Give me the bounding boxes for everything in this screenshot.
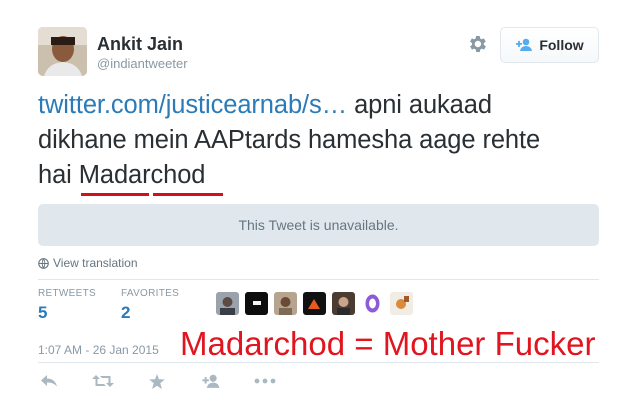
follow-icon[interactable] [200,372,222,390]
retweets-label: RETWEETS [38,288,96,299]
tweet-text-line3-prefix: hai [38,161,79,189]
favorites-stat[interactable]: FAVORITES 2 [121,288,179,323]
favorite-icon[interactable] [146,372,168,390]
author-name[interactable]: Ankit Jain [97,34,183,55]
follow-user-icon [516,38,533,51]
favoriter-avatar[interactable] [274,292,297,315]
author-avatar[interactable] [38,27,87,76]
view-translation-link[interactable]: View translation [38,256,138,270]
follow-button[interactable]: Follow [500,27,599,63]
retweets-stat[interactable]: RETWEETS 5 [38,288,96,323]
more-icon[interactable] [254,372,276,390]
reply-icon[interactable] [38,372,60,390]
favorites-count: 2 [121,303,131,322]
divider-bottom [38,362,599,363]
tweet-link[interactable]: twitter.com/justicearnab/s… [38,91,347,119]
unavailable-text: This Tweet is unavailable. [238,217,399,233]
tweet-actions [38,372,276,390]
divider-top [38,279,599,280]
favoriter-avatars [216,292,413,315]
favoriter-avatar[interactable] [216,292,239,315]
retweets-count: 5 [38,303,48,322]
tweet-text: twitter.com/justicearnab/s… apni aukaad … [38,88,618,193]
favoriter-avatar[interactable] [361,292,384,315]
favoriter-avatar[interactable] [332,292,355,315]
avatar-image [38,27,87,76]
follow-button-label: Follow [539,37,584,53]
highlighted-word: Madarchod [78,161,206,189]
favorites-label: FAVORITES [121,288,180,299]
underline-gap [149,193,153,196]
favoriter-avatar[interactable] [303,292,326,315]
gear-icon[interactable] [466,33,488,55]
tweet-timestamp[interactable]: 1:07 AM - 26 Jan 2015 [38,343,159,357]
globe-icon [38,257,49,269]
tweet-text-line2: dikhane mein AAPtards hamesha aage rehte [38,126,541,154]
unavailable-tweet-card: This Tweet is unavailable. [38,204,599,246]
favoriter-avatar[interactable] [390,292,413,315]
view-translation-label: View translation [53,256,138,270]
author-handle[interactable]: @indiantweeter [97,56,188,71]
translation-annotation: Madarchod = Mother Fucker [180,325,596,362]
tweet-text-line1: apni aukaad [347,91,492,119]
retweet-icon[interactable] [92,372,114,390]
favoriter-avatar[interactable] [245,292,268,315]
